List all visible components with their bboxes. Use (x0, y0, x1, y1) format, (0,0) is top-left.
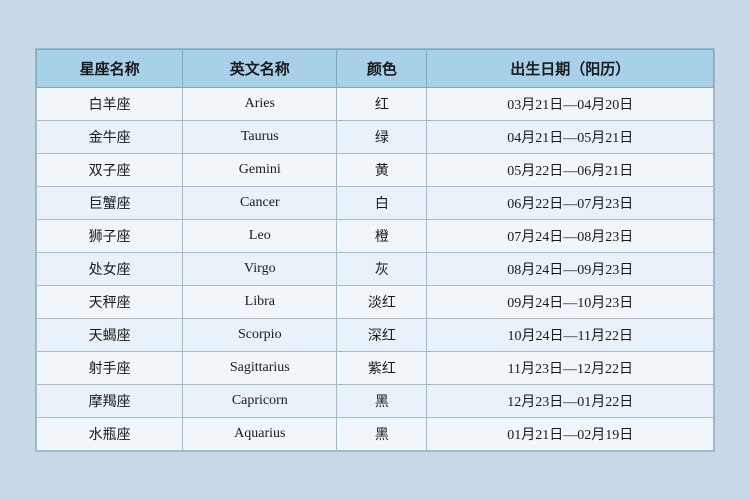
cell-english-name: Cancer (183, 187, 337, 220)
table-row: 巨蟹座Cancer白06月22日—07月23日 (37, 187, 714, 220)
cell-date: 07月24日—08月23日 (427, 220, 714, 253)
table-row: 摩羯座Capricorn黑12月23日—01月22日 (37, 385, 714, 418)
table-body: 白羊座Aries红03月21日—04月20日金牛座Taurus绿04月21日—0… (37, 88, 714, 451)
cell-chinese-name: 水瓶座 (37, 418, 183, 451)
cell-english-name: Sagittarius (183, 352, 337, 385)
cell-date: 01月21日—02月19日 (427, 418, 714, 451)
cell-date: 10月24日—11月22日 (427, 319, 714, 352)
table-row: 白羊座Aries红03月21日—04月20日 (37, 88, 714, 121)
cell-chinese-name: 天秤座 (37, 286, 183, 319)
cell-date: 04月21日—05月21日 (427, 121, 714, 154)
cell-english-name: Libra (183, 286, 337, 319)
cell-english-name: Aquarius (183, 418, 337, 451)
header-date: 出生日期（阳历） (427, 50, 714, 88)
cell-chinese-name: 金牛座 (37, 121, 183, 154)
cell-chinese-name: 天蝎座 (37, 319, 183, 352)
cell-color: 白 (337, 187, 427, 220)
cell-date: 11月23日—12月22日 (427, 352, 714, 385)
cell-color: 灰 (337, 253, 427, 286)
cell-chinese-name: 白羊座 (37, 88, 183, 121)
cell-chinese-name: 双子座 (37, 154, 183, 187)
table-row: 射手座Sagittarius紫红11月23日—12月22日 (37, 352, 714, 385)
table-row: 金牛座Taurus绿04月21日—05月21日 (37, 121, 714, 154)
cell-date: 03月21日—04月20日 (427, 88, 714, 121)
cell-color: 绿 (337, 121, 427, 154)
cell-date: 06月22日—07月23日 (427, 187, 714, 220)
cell-chinese-name: 狮子座 (37, 220, 183, 253)
header-english-name: 英文名称 (183, 50, 337, 88)
cell-date: 12月23日—01月22日 (427, 385, 714, 418)
cell-color: 黄 (337, 154, 427, 187)
cell-english-name: Aries (183, 88, 337, 121)
cell-color: 橙 (337, 220, 427, 253)
cell-chinese-name: 射手座 (37, 352, 183, 385)
cell-color: 深红 (337, 319, 427, 352)
table-row: 处女座Virgo灰08月24日—09月23日 (37, 253, 714, 286)
cell-english-name: Leo (183, 220, 337, 253)
cell-date: 09月24日—10月23日 (427, 286, 714, 319)
cell-english-name: Scorpio (183, 319, 337, 352)
cell-english-name: Gemini (183, 154, 337, 187)
header-color: 颜色 (337, 50, 427, 88)
table-row: 天蝎座Scorpio深红10月24日—11月22日 (37, 319, 714, 352)
zodiac-table-container: 星座名称 英文名称 颜色 出生日期（阳历） 白羊座Aries红03月21日—04… (35, 48, 715, 452)
table-header-row: 星座名称 英文名称 颜色 出生日期（阳历） (37, 50, 714, 88)
table-row: 水瓶座Aquarius黑01月21日—02月19日 (37, 418, 714, 451)
cell-chinese-name: 处女座 (37, 253, 183, 286)
cell-date: 08月24日—09月23日 (427, 253, 714, 286)
cell-english-name: Taurus (183, 121, 337, 154)
cell-color: 黑 (337, 418, 427, 451)
zodiac-table: 星座名称 英文名称 颜色 出生日期（阳历） 白羊座Aries红03月21日—04… (36, 49, 714, 451)
table-row: 双子座Gemini黄05月22日—06月21日 (37, 154, 714, 187)
cell-color: 紫红 (337, 352, 427, 385)
cell-color: 黑 (337, 385, 427, 418)
cell-date: 05月22日—06月21日 (427, 154, 714, 187)
table-row: 天秤座Libra淡红09月24日—10月23日 (37, 286, 714, 319)
table-row: 狮子座Leo橙07月24日—08月23日 (37, 220, 714, 253)
cell-color: 红 (337, 88, 427, 121)
cell-english-name: Virgo (183, 253, 337, 286)
cell-color: 淡红 (337, 286, 427, 319)
cell-chinese-name: 摩羯座 (37, 385, 183, 418)
cell-english-name: Capricorn (183, 385, 337, 418)
cell-chinese-name: 巨蟹座 (37, 187, 183, 220)
header-chinese-name: 星座名称 (37, 50, 183, 88)
